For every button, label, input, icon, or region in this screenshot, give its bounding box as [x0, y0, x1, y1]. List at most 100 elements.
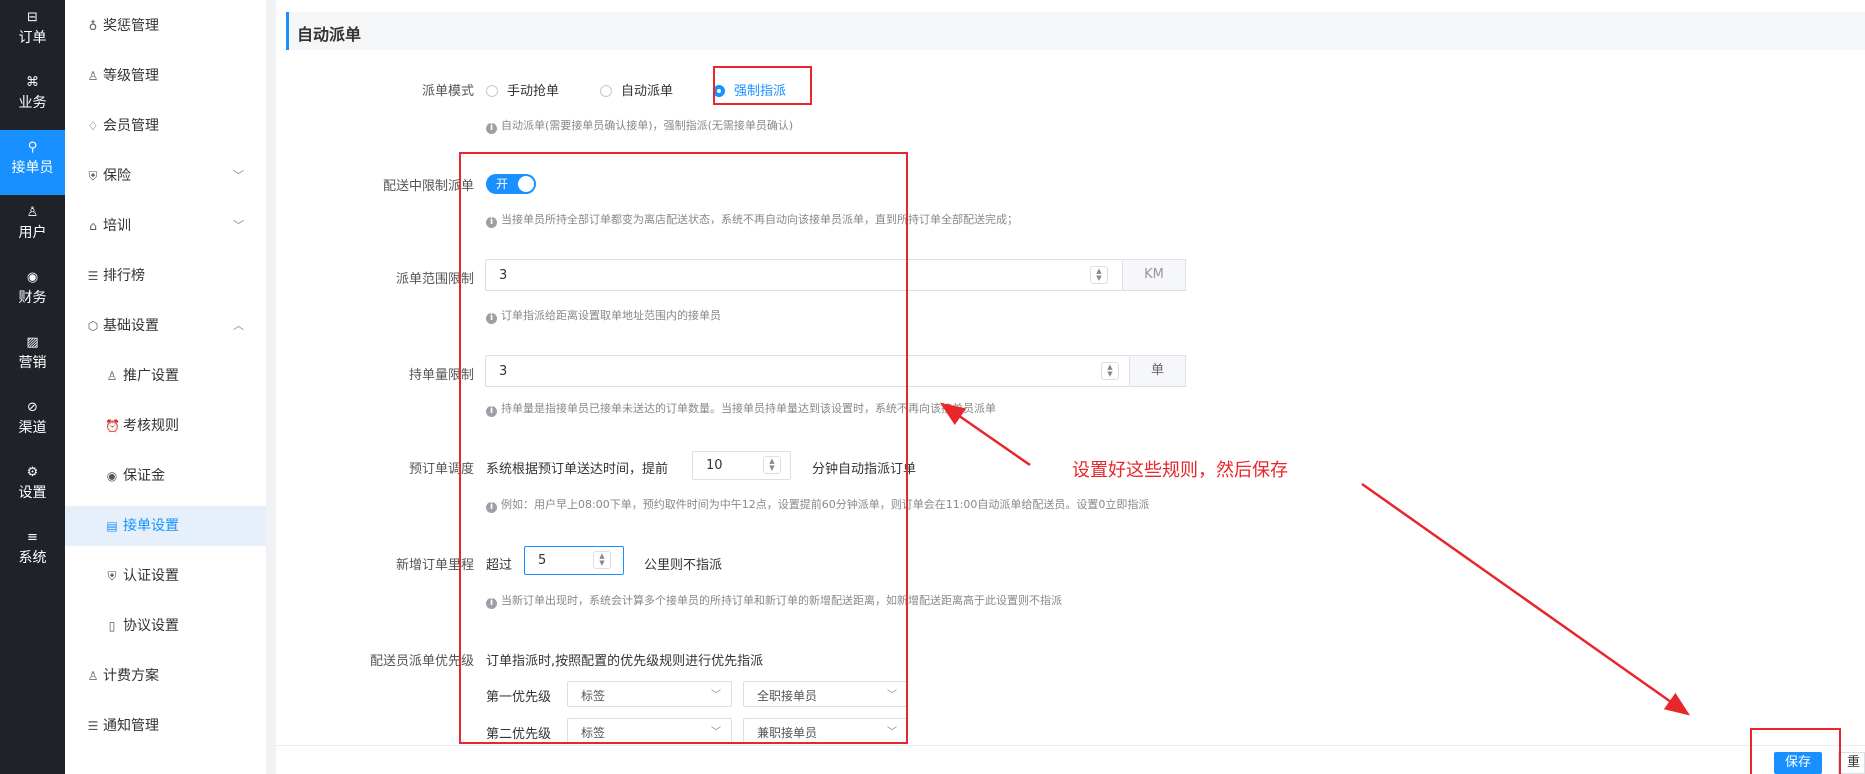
- sidebar-item-label: 考核规则: [123, 418, 179, 434]
- system-icon: ≡: [27, 530, 38, 545]
- rider-icon: ⚲: [27, 140, 38, 155]
- sidebar-item-label: 接单设置: [123, 518, 179, 534]
- sidebar-item-14[interactable]: ☰ 通知管理: [65, 706, 266, 746]
- doc-settings-icon: ▤: [106, 519, 118, 533]
- notice-icon: ☰: [87, 719, 99, 733]
- dispatch-mode-label: 派单模式: [421, 84, 474, 99]
- sidebar-item-1[interactable]: ♙ 等级管理: [65, 56, 266, 96]
- hold-limit-label: 持单量限制: [408, 368, 474, 383]
- rail-item-1[interactable]: ⌘ 业务: [0, 65, 65, 130]
- rail-item-label: 订单: [18, 30, 47, 46]
- diamond-icon: ♢: [87, 119, 99, 133]
- stepper-icon[interactable]: ▲ ▼: [1090, 266, 1108, 284]
- sidebar-item-4[interactable]: ⌂ 培训 ﹀: [65, 206, 266, 246]
- sidebar-item-8[interactable]: ⏰ 考核规则: [65, 406, 266, 446]
- rail-item-0[interactable]: ⊟ 订单: [0, 0, 65, 65]
- settings-icon: ⚙: [26, 465, 39, 480]
- chevron-up-icon: ︿: [233, 319, 244, 332]
- priority-label: 配送员派单优先级: [369, 654, 474, 669]
- annotation-box-force-assign: [713, 66, 812, 105]
- sidebar-item-label: 协议设置: [123, 618, 179, 634]
- sidebar-item-label: 推广设置: [123, 368, 179, 384]
- rail-item-8[interactable]: ≡ 系统: [0, 520, 65, 585]
- book-icon: ▯: [108, 619, 116, 633]
- info-icon: i: [486, 123, 497, 134]
- deposit-icon: ◉: [106, 469, 118, 483]
- reset-button[interactable]: 重置: [1838, 752, 1865, 774]
- rail-item-4[interactable]: ◉ 财务: [0, 260, 65, 325]
- sidebar-item-label: 保险: [103, 168, 131, 184]
- radio-auto-dispatch[interactable]: 自动派单: [600, 80, 673, 99]
- sidebar-item-label: 保证金: [123, 468, 165, 484]
- radio-dot-icon: [486, 85, 498, 97]
- sidebar-item-2[interactable]: ♢ 会员管理: [65, 106, 266, 146]
- radio-dot-icon: [600, 85, 612, 97]
- sidebar-item-label: 计费方案: [103, 668, 159, 684]
- list-icon: ☰: [87, 269, 99, 283]
- rail-item-6[interactable]: ⊘ 渠道: [0, 390, 65, 455]
- user-level-icon: ♙: [87, 69, 99, 83]
- section-title: 自动派单: [297, 25, 362, 44]
- hexagon-icon: ⬡: [87, 319, 99, 333]
- rail-item-label: 接单员: [11, 160, 54, 176]
- limit-in-delivery-label: 配送中限制派单: [382, 179, 474, 194]
- sidebar-item-3[interactable]: ⛨ 保险 ﹀: [65, 156, 266, 196]
- sidebar-item-label: 基础设置: [103, 318, 159, 334]
- new-order-distance-label: 新增订单里程: [395, 558, 474, 573]
- sidebar-item-label: 会员管理: [103, 118, 159, 134]
- range-limit-label: 派单范围限制: [395, 272, 474, 287]
- sidebar-item-5[interactable]: ☰ 排行榜: [65, 256, 266, 296]
- marketing-icon: ▨: [26, 335, 39, 350]
- preorder-label: 预订单调度: [408, 462, 474, 477]
- annotation-box-save: [1750, 728, 1841, 774]
- channel-icon: ⊘: [27, 400, 38, 415]
- footer-bar: [276, 745, 1865, 774]
- sidebar-item-label: 培训: [103, 218, 131, 234]
- sidebar-item-10[interactable]: ▤ 接单设置: [65, 506, 266, 546]
- radio-label: 自动派单: [621, 84, 674, 99]
- sidebar-item-7[interactable]: ♙ 推广设置: [65, 356, 266, 396]
- chevron-down-icon: ﹀: [233, 219, 244, 232]
- hold-limit-unit: 单: [1130, 355, 1186, 387]
- section-header: 自动派单: [286, 12, 1865, 50]
- main-nav-rail: ⊟ 订单 ⌘ 业务 ⚲ 接单员 ♙ 用户 ◉ 财务 ▨ 营销 ⊘ 渠道 ⚙ 设置 ≡ 系统: [0, 0, 65, 774]
- sidebar-item-11[interactable]: ⛨ 认证设置: [65, 556, 266, 596]
- sidebar-item-0[interactable]: ♁ 奖惩管理: [65, 6, 266, 46]
- order-icon: ⊟: [27, 10, 38, 25]
- rail-item-label: 用户: [18, 225, 47, 241]
- sidebar-item-label: 通知管理: [103, 718, 159, 734]
- sub-sidebar: ♁ 奖惩管理 ♙ 等级管理 ♢ 会员管理 ⛨ 保险 ﹀ ⌂ 培训 ﹀ ☰ 排行榜 ⬡ 基础设置 ︿ ♙ 推广设置 ⏰ 考…: [65, 0, 266, 774]
- user-icon: ♙: [26, 205, 39, 220]
- rail-item-label: 业务: [18, 95, 47, 111]
- sidebar-item-label: 认证设置: [123, 568, 179, 584]
- annotation-box-rules: [459, 152, 908, 744]
- dispatch-mode-hint: i 自动派单(需要接单员确认接单)，强制指派(无需接单员确认): [486, 117, 793, 134]
- sidebar-item-6[interactable]: ⬡ 基础设置 ︿: [65, 306, 266, 346]
- sidebar-item-9[interactable]: ◉ 保证金: [65, 456, 266, 496]
- range-limit-unit: KM: [1123, 259, 1186, 291]
- sidebar-item-13[interactable]: ♙ 计费方案: [65, 656, 266, 696]
- sidebar-item-label: 排行榜: [103, 268, 145, 284]
- rail-item-7[interactable]: ⚙ 设置: [0, 455, 65, 520]
- promote-icon: ♙: [106, 369, 118, 383]
- finance-icon: ◉: [26, 270, 39, 285]
- rail-item-5[interactable]: ▨ 营销: [0, 325, 65, 390]
- medal-icon: ♁: [88, 19, 98, 33]
- sidebar-item-label: 奖惩管理: [103, 18, 159, 34]
- rail-item-label: 营销: [18, 355, 47, 371]
- radio-manual-grab[interactable]: 手动抢单: [486, 80, 559, 99]
- stepper-icon[interactable]: ▲ ▼: [1101, 362, 1119, 380]
- training-icon: ⌂: [89, 219, 97, 233]
- rail-item-3[interactable]: ♙ 用户: [0, 195, 65, 260]
- rail-item-2[interactable]: ⚲ 接单员: [0, 130, 65, 195]
- rail-item-label: 财务: [18, 290, 47, 306]
- rail-item-label: 设置: [18, 485, 47, 501]
- rail-item-label: 渠道: [18, 420, 47, 436]
- sidebar-item-12[interactable]: ▯ 协议设置: [65, 606, 266, 646]
- verify-icon: ⛨: [107, 569, 117, 583]
- annotation-text: 设置好这些规则，然后保存: [1072, 460, 1288, 481]
- alarm-icon: ⏰: [105, 419, 120, 433]
- rail-item-label: 系统: [18, 550, 47, 566]
- chevron-down-icon: ﹀: [233, 169, 244, 182]
- sidebar-item-label: 等级管理: [103, 68, 159, 84]
